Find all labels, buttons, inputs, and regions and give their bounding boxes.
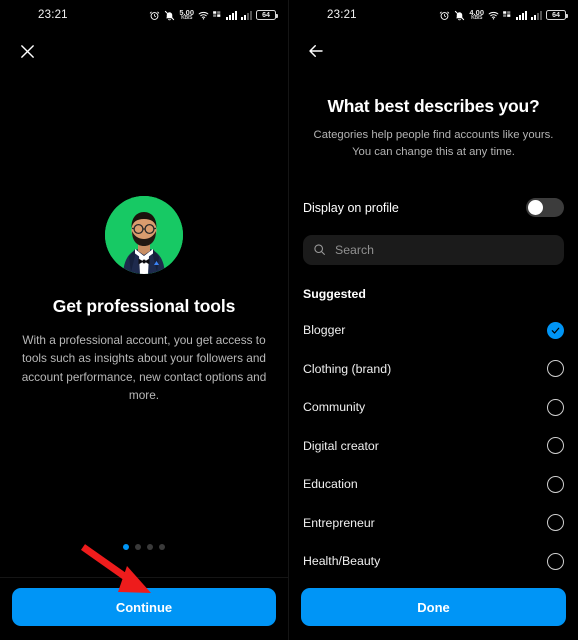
status-icons: 5.00 KB/S 64: [149, 9, 278, 22]
page-title: What best describes you?: [327, 96, 540, 116]
category-radio[interactable]: [547, 437, 564, 455]
pager-dot-3[interactable]: [147, 544, 153, 550]
toggle-knob: [528, 200, 543, 216]
category-label: Blogger: [303, 323, 346, 338]
continue-button[interactable]: Continue: [12, 588, 276, 626]
list-item[interactable]: Digital creator: [289, 426, 578, 465]
status-bar-left: 23:21 5.00 KB/S 64: [0, 0, 288, 30]
list-item[interactable]: Education: [289, 465, 578, 504]
bell-muted-icon: [165, 10, 175, 20]
battery-level: 64: [552, 11, 560, 19]
pager-dot-2[interactable]: [135, 544, 141, 550]
category-radio[interactable]: [547, 552, 564, 570]
category-radio[interactable]: [547, 475, 564, 493]
data-rate-unit: KB/S: [181, 15, 193, 22]
page-description: With a professional account, you get acc…: [21, 333, 267, 402]
signal-bars-icon: [226, 10, 237, 20]
section-label-suggested: Suggested: [303, 286, 366, 301]
close-icon[interactable]: [12, 36, 42, 66]
list-item[interactable]: Blogger: [289, 311, 578, 350]
wifi-icon: [198, 11, 209, 20]
list-item[interactable]: Health/Beauty: [289, 542, 578, 581]
bell-muted-icon: [455, 10, 465, 20]
alarm-icon: [440, 11, 450, 20]
screen-category-picker: 23:21 4.00 KB/S 64 What best describes y…: [289, 0, 578, 640]
battery-level: 64: [262, 11, 270, 19]
category-list: Blogger Clothing (brand) Community Digit…: [289, 311, 578, 581]
signal-bars-secondary-icon: [531, 10, 542, 20]
data-rate-unit: KB/S: [471, 15, 483, 22]
category-radio[interactable]: [547, 514, 564, 532]
hero-section: Get professional tools With a profession…: [0, 196, 288, 404]
sim-signal-icon: [213, 11, 221, 17]
category-label: Digital creator: [303, 438, 379, 453]
category-radio[interactable]: [547, 398, 564, 416]
page-title: Get professional tools: [52, 296, 236, 316]
alarm-icon: [150, 11, 160, 20]
data-rate-icon: 4.00 KB/S: [469, 9, 484, 22]
display-on-profile-toggle[interactable]: [526, 198, 564, 218]
back-arrow-icon[interactable]: [301, 36, 331, 66]
page-subtitle: Categories help people find accounts lik…: [313, 129, 554, 158]
sim-signal-icon: [503, 11, 511, 17]
data-rate-icon: 5.00 KB/S: [179, 9, 194, 22]
list-item[interactable]: Community: [289, 388, 578, 427]
list-item[interactable]: Entrepreneur: [289, 503, 578, 542]
display-on-profile-row[interactable]: Display on profile: [289, 195, 578, 221]
right-bottom-bar: Done: [289, 578, 578, 640]
category-label: Clothing (brand): [303, 361, 392, 376]
status-icons: 4.00 KB/S 64: [439, 9, 568, 22]
signal-bars-secondary-icon: [241, 10, 252, 20]
status-bar-right: 23:21 4.00 KB/S 64: [289, 0, 578, 30]
right-header: [289, 30, 578, 72]
left-bottom-bar: Continue: [0, 577, 288, 640]
battery-icon: 64: [546, 10, 568, 20]
pager-dot-4[interactable]: [159, 544, 165, 550]
display-on-profile-label: Display on profile: [303, 200, 399, 215]
category-label: Education: [303, 477, 358, 492]
left-header: [0, 30, 288, 72]
pager-dots: [0, 544, 288, 550]
category-radio[interactable]: [547, 360, 564, 378]
screen-professional-tools: 23:21 5.00 KB/S 64 Get professional tool…: [0, 0, 289, 640]
done-button[interactable]: Done: [301, 588, 566, 626]
search-placeholder: Search: [335, 242, 374, 257]
category-radio-selected[interactable]: [547, 321, 564, 339]
pager-dot-1[interactable]: [123, 544, 129, 550]
status-time: 23:21: [327, 9, 357, 21]
status-time: 23:21: [38, 9, 68, 21]
category-label: Entrepreneur: [303, 515, 375, 530]
category-label: Health/Beauty: [303, 554, 381, 569]
category-label: Community: [303, 400, 366, 415]
dual-screenshot-container: 23:21 5.00 KB/S 64 Get professional tool…: [0, 0, 578, 640]
list-item[interactable]: Clothing (brand): [289, 349, 578, 388]
search-container: Search: [289, 234, 578, 265]
battery-icon: 64: [256, 10, 278, 20]
check-icon: [551, 327, 560, 334]
profile-avatar: [105, 196, 183, 274]
search-input[interactable]: Search: [303, 234, 564, 265]
wifi-icon: [488, 11, 499, 20]
signal-bars-icon: [516, 10, 527, 20]
search-icon: [314, 244, 325, 256]
